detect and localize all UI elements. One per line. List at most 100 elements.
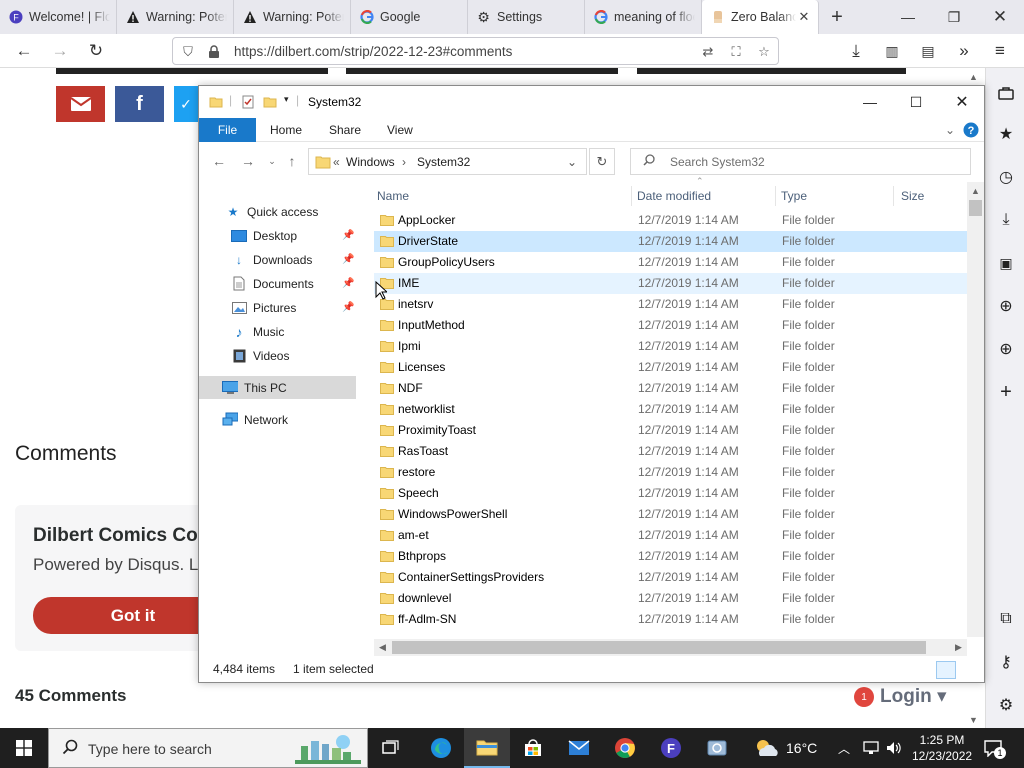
reload-icon[interactable]: ↻ — [82, 38, 110, 64]
pin-icon[interactable]: 📌 — [342, 230, 354, 241]
column-divider[interactable] — [775, 186, 776, 206]
browser-tab-zero-balance[interactable]: Zero Balance ✕ — [702, 0, 819, 34]
downloads-icon[interactable]: ⤓ — [842, 38, 870, 64]
help-icon[interactable]: ? — [963, 118, 979, 142]
file-row[interactable]: ProximityToast 12/7/2019 1:14 AM File fold… — [374, 420, 968, 441]
file-row[interactable]: Ipmi 12/7/2019 1:14 AM File folder — [374, 336, 968, 357]
ribbon-tab-share[interactable]: Share — [329, 118, 361, 142]
column-header-type[interactable]: Type — [781, 182, 893, 210]
nav-pictures[interactable]: Pictures 📌 — [199, 296, 356, 319]
download-icon[interactable]: ⤓ — [995, 209, 1017, 231]
column-header-size[interactable]: Size — [901, 182, 961, 210]
file-row[interactable]: DriverState 12/7/2019 1:14 AM File folder — [374, 231, 968, 252]
scroll-up-arrow-icon[interactable]: ▲ — [965, 68, 982, 85]
details-view-icon[interactable] — [936, 661, 956, 679]
breadcrumb-system32[interactable]: System32 — [417, 155, 470, 169]
tracking-shield-icon[interactable]: ⛉ — [179, 43, 197, 61]
file-row[interactable]: WindowsPowerShell 12/7/2019 1:14 AM File f… — [374, 504, 968, 525]
chrome-icon[interactable] — [602, 728, 648, 768]
file-explorer-taskbar-icon[interactable] — [464, 728, 510, 768]
file-row[interactable]: restore 12/7/2019 1:14 AM File folder — [374, 462, 968, 483]
new-folder-icon[interactable] — [263, 95, 277, 109]
lock-icon[interactable] — [205, 43, 223, 61]
file-row[interactable]: RasToast 12/7/2019 1:14 AM File folder — [374, 441, 968, 462]
twitter-share-button[interactable]: ✓ — [174, 86, 198, 122]
login-dropdown[interactable]: Login ▾ — [880, 685, 947, 708]
file-row[interactable]: AppLocker 12/7/2019 1:14 AM File folder — [374, 210, 968, 231]
address-dropdown-chevron-icon[interactable]: ⌄ — [567, 155, 577, 169]
column-header-date[interactable]: Date modified — [637, 182, 775, 210]
scroll-up-arrow-icon[interactable]: ▲ — [967, 182, 984, 199]
floorplanner-taskbar-icon[interactable]: F — [648, 728, 694, 768]
ribbon-tab-home[interactable]: Home — [270, 118, 302, 142]
minimize-icon[interactable]: — — [847, 86, 893, 118]
gear-icon[interactable]: ⚙ — [995, 694, 1017, 716]
minimize-icon[interactable]: — — [885, 0, 931, 34]
globe-icon[interactable]: ⊕ — [995, 338, 1017, 360]
file-row[interactable]: IME 12/7/2019 1:14 AM File folder — [374, 273, 968, 294]
nav-quick-access[interactable]: ★ Quick access — [199, 200, 356, 223]
scroll-down-arrow-icon[interactable]: ▼ — [965, 711, 982, 728]
file-row[interactable]: InputMethod 12/7/2019 1:14 AM File folder — [374, 315, 968, 336]
browser-tab-warning-2[interactable]: Warning: Potential Security Risk — [234, 0, 351, 34]
breadcrumb-windows[interactable]: Windows — [346, 155, 395, 169]
file-row[interactable]: Bthprops 12/7/2019 1:14 AM File folder — [374, 546, 968, 567]
screenshot-icon[interactable]: ⛶ — [727, 43, 745, 61]
translate-icon[interactable]: ⇄ — [699, 43, 717, 61]
file-row[interactable]: am-et 12/7/2019 1:14 AM File folder — [374, 525, 968, 546]
browser-tab-warning-1[interactable]: Warning: Potential Security Risk — [117, 0, 234, 34]
file-row[interactable]: GroupPolicyUsers 12/7/2019 1:14 AM File fo… — [374, 252, 968, 273]
start-button[interactable] — [0, 728, 48, 768]
search-box[interactable]: Search System32 — [630, 148, 971, 175]
nav-network[interactable]: Network — [199, 408, 356, 431]
network-tray-icon[interactable] — [862, 728, 880, 768]
microsoft-store-icon[interactable] — [510, 728, 556, 768]
refresh-icon[interactable]: ↻ — [589, 148, 615, 175]
pin-icon[interactable]: 📌 — [342, 254, 354, 265]
back-arrow-icon[interactable]: ← — [10, 38, 38, 64]
recent-locations-chevron-icon[interactable]: ⌄ — [261, 150, 283, 172]
scroll-thumb[interactable] — [392, 641, 926, 654]
file-row[interactable]: downlevel 12/7/2019 1:14 AM File folder — [374, 588, 968, 609]
back-arrow-icon[interactable]: ← — [208, 150, 230, 172]
large-icons-view-icon[interactable] — [958, 661, 978, 679]
weather-widget[interactable]: 16°C — [752, 728, 817, 768]
restore-icon[interactable]: ❐ — [931, 0, 977, 34]
network-drive-icon[interactable] — [694, 728, 740, 768]
facebook-share-button[interactable]: f — [115, 86, 164, 122]
browser-tab-google[interactable]: Google — [351, 0, 468, 34]
new-tab-button[interactable]: + — [819, 0, 855, 34]
briefcase-icon[interactable] — [995, 82, 1017, 104]
extension-icon[interactable]: ⧉ — [995, 608, 1017, 630]
address-bar[interactable]: « Windows › System32 ⌄ — [308, 148, 587, 175]
browser-tab-floorplanner[interactable]: F Welcome! | Floorplanner — [0, 0, 117, 34]
file-row[interactable]: ff-Adlm-SN 12/7/2019 1:14 AM File folder — [374, 609, 968, 630]
volume-icon[interactable] — [886, 728, 902, 768]
close-icon[interactable]: ✕ — [939, 86, 984, 118]
file-row[interactable]: networklist 12/7/2019 1:14 AM File folder — [374, 399, 968, 420]
sidebar-toggle-icon[interactable]: ▤ — [914, 38, 942, 64]
hamburger-menu-icon[interactable]: ≡ — [986, 38, 1014, 64]
wallet-icon[interactable]: ▣ — [995, 252, 1017, 274]
file-list-horizontal-scrollbar[interactable]: ◀ ▶ — [374, 639, 967, 656]
column-divider[interactable] — [631, 186, 632, 206]
nav-downloads[interactable]: ↓ Downloads 📌 — [199, 248, 356, 271]
scroll-left-arrow-icon[interactable]: ◀ — [374, 639, 391, 656]
tray-overflow-chevron-icon[interactable]: ︿ — [838, 728, 850, 768]
browser-tab-settings[interactable]: ⚙ Settings — [468, 0, 585, 34]
file-row[interactable]: inetsrv 12/7/2019 1:14 AM File folder — [374, 294, 968, 315]
forward-arrow-icon[interactable]: → — [237, 150, 259, 172]
file-row[interactable]: Speech 12/7/2019 1:14 AM File folder — [374, 483, 968, 504]
nav-desktop[interactable]: Desktop 📌 — [199, 224, 356, 247]
nav-this-pc[interactable]: This PC — [199, 376, 356, 399]
ribbon-tab-view[interactable]: View — [387, 118, 413, 142]
taskbar-search-box[interactable]: Type here to search — [48, 728, 368, 768]
column-header-name[interactable]: Name — [377, 182, 631, 210]
nav-music[interactable]: ♪ Music — [199, 320, 356, 343]
email-share-button[interactable] — [56, 86, 105, 122]
nav-documents[interactable]: Documents 📌 — [199, 272, 356, 295]
bookmark-star-icon[interactable]: ☆ — [755, 43, 773, 61]
maximize-icon[interactable]: ☐ — [893, 86, 939, 118]
breadcrumb-overflow[interactable]: « — [333, 155, 340, 169]
star-icon[interactable]: ★ — [995, 123, 1017, 145]
